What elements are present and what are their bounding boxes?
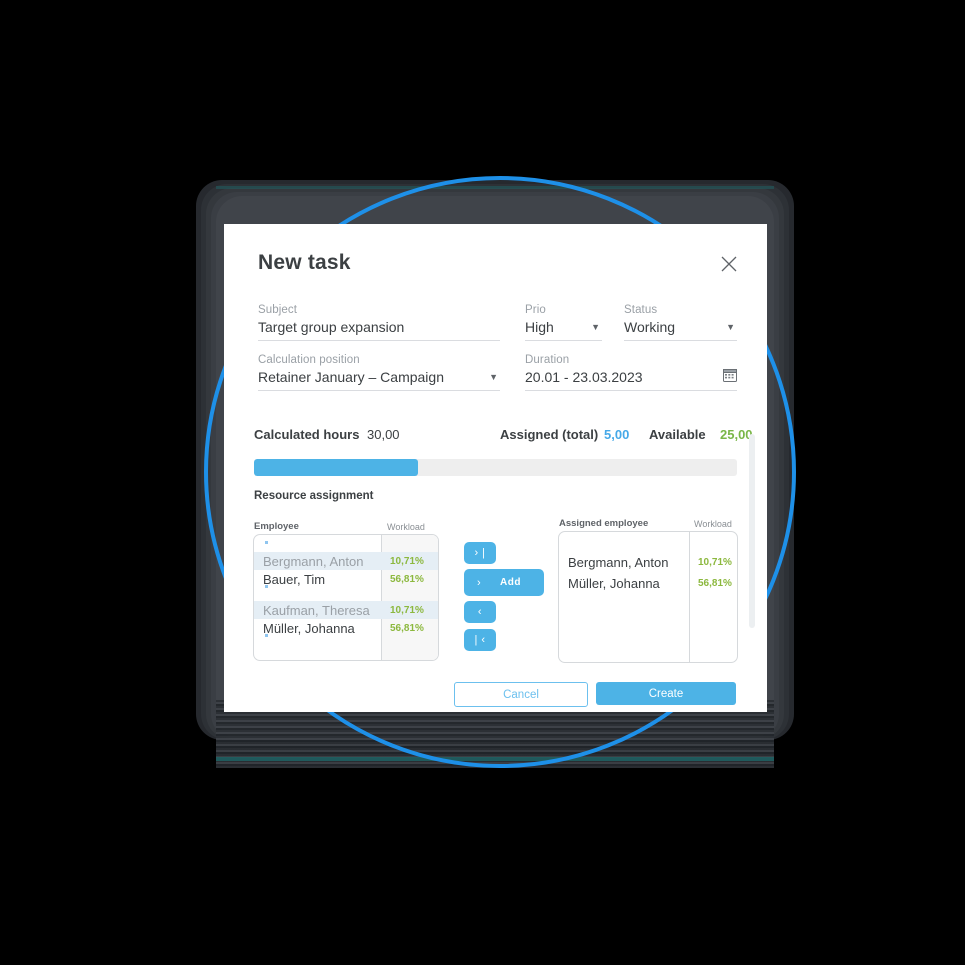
move-left-button[interactable]: ‹ <box>464 601 496 623</box>
page-title: New task <box>258 251 351 274</box>
left-list-header-name: Employee <box>254 521 299 532</box>
employee-workload: 10,71% <box>390 555 424 567</box>
field-calculation-position-label: Calculation position <box>258 354 360 366</box>
assigned-total-label: Assigned (total) <box>500 427 599 442</box>
calculation-position-select[interactable]: Retainer January – Campaign ▼ <box>258 369 500 391</box>
field-duration: Duration 20.01 - 23.03.2023 <box>525 354 737 391</box>
available-label: Available <box>649 427 706 442</box>
chevron-down-icon: ▼ <box>591 322 600 332</box>
chevron-down-icon: ▼ <box>726 322 735 332</box>
prio-select[interactable]: High ▼ <box>525 319 602 341</box>
field-status: Status Working ▼ <box>624 304 737 341</box>
dialog-scrollbar[interactable] <box>749 434 755 628</box>
employee-workload: 10,71% <box>390 604 424 616</box>
assigned-total-value: 5,00 <box>604 427 630 442</box>
calculated-hours-value: 30,00 <box>367 427 400 442</box>
table-row[interactable]: Bauer, Tim 56,81% <box>254 570 438 588</box>
subject-input[interactable]: Target group expansion <box>258 319 500 341</box>
field-prio-label: Prio <box>525 304 546 316</box>
close-icon[interactable] <box>717 252 741 276</box>
employee-list[interactable]: Bergmann, Anton 10,71% Bauer, Tim 56,81%… <box>253 534 439 661</box>
employee-workload: 56,81% <box>390 622 424 634</box>
prio-select-value: High <box>525 319 554 335</box>
field-subject: Subject Target group expansion <box>258 304 500 341</box>
assigned-employee-name: Bergmann, Anton <box>568 554 669 570</box>
right-list-header-workload: Workload <box>694 519 732 529</box>
assigned-employee-workload: 56,81% <box>698 577 732 589</box>
field-prio: Prio High ▼ <box>525 304 602 341</box>
cancel-button[interactable]: Cancel <box>454 682 588 707</box>
employee-name: Kaufman, Theresa <box>263 602 370 618</box>
assignment-progress-bar <box>254 459 737 476</box>
field-duration-label: Duration <box>525 354 570 366</box>
employee-workload: 56,81% <box>390 573 424 585</box>
employee-name: Müller, Johanna <box>263 620 355 636</box>
table-row[interactable]: Kaufman, Theresa 10,71% <box>254 601 438 619</box>
employee-name: Bauer, Tim <box>263 571 326 587</box>
table-row[interactable]: Müller, Johanna 56,81% <box>254 619 438 637</box>
row-marker <box>265 541 268 544</box>
field-subject-label: Subject <box>258 304 298 316</box>
available-value: 25,00 <box>720 427 753 442</box>
duration-input[interactable]: 20.01 - 23.03.2023 <box>525 369 737 391</box>
field-calculation-position: Calculation position Retainer January – … <box>258 354 500 391</box>
calculation-position-value: Retainer January – Campaign <box>258 369 444 385</box>
field-status-label: Status <box>624 304 658 316</box>
right-list-header-name: Assigned employee <box>559 518 649 529</box>
add-button-label: Add <box>500 577 521 588</box>
duration-value: 20.01 - 23.03.2023 <box>525 369 643 385</box>
screenshot-stage: New task Subject Target group expansion … <box>0 0 965 965</box>
create-button[interactable]: Create <box>596 682 736 705</box>
list-item[interactable]: Bergmann, Anton 10,71% <box>559 553 737 571</box>
assignment-progress-fill <box>254 459 419 476</box>
left-list-header-workload: Workload <box>387 522 425 532</box>
chevron-down-icon: ▼ <box>489 372 498 382</box>
calendar-icon[interactable] <box>723 369 737 385</box>
employee-name: Bergmann, Anton <box>263 553 364 569</box>
add-button[interactable]: › Add <box>464 569 544 596</box>
calculated-hours-label: Calculated hours <box>254 427 360 442</box>
new-task-dialog: New task Subject Target group expansion … <box>224 224 767 712</box>
move-all-right-button[interactable]: › | <box>464 542 496 564</box>
status-select[interactable]: Working ▼ <box>624 319 737 341</box>
section-title-resource-assignment: Resource assignment <box>254 490 374 502</box>
assigned-employee-name: Müller, Johanna <box>568 575 660 591</box>
chevron-right-icon: › <box>477 576 482 589</box>
assigned-list-divider <box>689 532 737 662</box>
list-item[interactable]: Müller, Johanna 56,81% <box>559 574 737 592</box>
row-marker <box>265 585 268 588</box>
move-all-left-button[interactable]: | ‹ <box>464 629 496 651</box>
row-marker <box>265 634 268 637</box>
status-select-value: Working <box>624 319 676 335</box>
table-row[interactable]: Bergmann, Anton 10,71% <box>254 552 438 570</box>
assigned-employee-list[interactable]: Bergmann, Anton 10,71% Müller, Johanna 5… <box>558 531 738 663</box>
assigned-employee-workload: 10,71% <box>698 556 732 568</box>
